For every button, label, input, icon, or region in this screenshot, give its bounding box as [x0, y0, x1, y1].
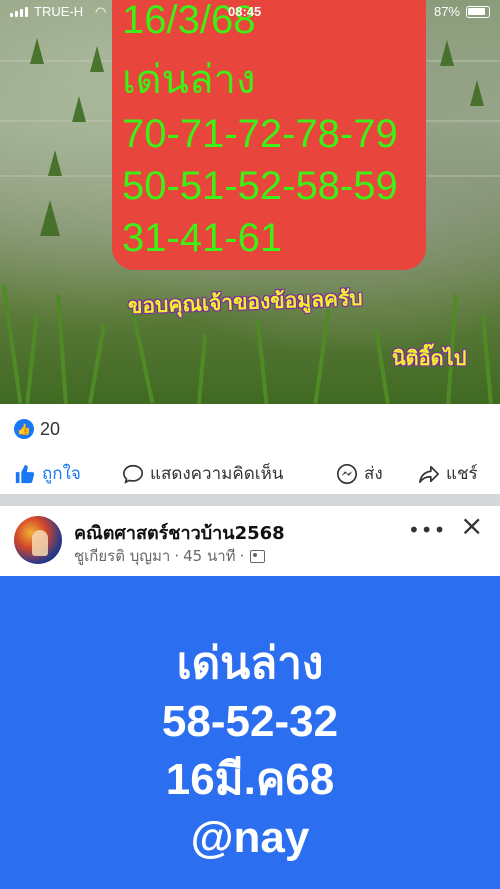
- share-label: แชร์: [446, 464, 478, 484]
- share-button[interactable]: แชร์: [418, 460, 478, 487]
- grass-blade: [255, 319, 269, 404]
- grass-blade: [1, 284, 23, 404]
- card-numbers-row: 50-51-52-58-59: [122, 164, 398, 208]
- seedling: [72, 96, 86, 122]
- audience-icon: [250, 549, 266, 563]
- grass-blade: [313, 309, 331, 404]
- author-caption: นิติอิ๊ดไป: [392, 346, 467, 370]
- seedling: [90, 46, 104, 72]
- battery-percentage: 87%: [433, 4, 460, 19]
- post-heading: เด่นล่าง: [176, 639, 324, 688]
- post-body-image[interactable]: เด่นล่าง 58-52-32 16มี.ค68 @nay: [0, 576, 500, 889]
- like-button[interactable]: ถูกใจ: [14, 460, 81, 487]
- seedling: [48, 150, 62, 176]
- comment-label: แสดงความคิดเห็น: [150, 464, 284, 484]
- post-header: คณิตศาสตร์ชาวบ้าน2568 ชูเกียรติ บุญมา · …: [0, 506, 500, 576]
- grass-blade: [25, 314, 39, 404]
- grass-blade: [196, 333, 208, 404]
- card-numbers-row: 31-41-61: [122, 216, 283, 260]
- seedling: [40, 200, 60, 236]
- post-time[interactable]: 45 นาที: [183, 544, 235, 568]
- like-label: ถูกใจ: [42, 464, 81, 484]
- send-label: ส่ง: [364, 464, 383, 484]
- reaction-summary[interactable]: 👍 20: [14, 416, 60, 442]
- grass-blade: [88, 324, 106, 404]
- seedling: [470, 80, 484, 106]
- post-action-bar: ถูกใจ แสดงความคิดเห็น ส่ง แชร์: [0, 452, 500, 494]
- meta-separator: ·: [239, 547, 245, 565]
- post-image[interactable]: TRUE-H ◠ 08:45 87% 16/3/68 เด่นล่าง 70-7…: [0, 0, 500, 404]
- like-reaction-icon: 👍: [14, 419, 34, 439]
- comment-bubble-icon: [122, 463, 144, 485]
- comment-button[interactable]: แสดงความคิดเห็น: [122, 460, 283, 487]
- carrier-name: TRUE-H: [34, 4, 84, 19]
- thumbs-up-icon: [14, 463, 36, 485]
- close-icon[interactable]: ×: [460, 512, 483, 540]
- grass-blade: [374, 329, 390, 404]
- page-avatar[interactable]: [14, 516, 62, 564]
- post-signature: @nay: [190, 813, 310, 862]
- card-heading: เด่นล่าง: [122, 58, 256, 102]
- post-date: 16มี.ค68: [165, 755, 335, 804]
- cellular-signal-icon: [10, 7, 28, 17]
- card-numbers-row: 70-71-72-78-79: [122, 112, 398, 156]
- post-meta: ชูเกียรติ บุญมา · 45 นาที ·: [74, 544, 266, 568]
- lottery-card: 16/3/68 เด่นล่าง 70-71-72-78-79 50-51-52…: [112, 0, 426, 270]
- send-button[interactable]: ส่ง: [336, 460, 383, 487]
- share-arrow-icon: [418, 463, 440, 485]
- wifi-icon: ◠: [95, 4, 107, 19]
- messenger-icon: [336, 463, 358, 485]
- more-options-button[interactable]: •••: [408, 518, 446, 542]
- meta-separator: ·: [174, 547, 180, 565]
- page-name-link[interactable]: คณิตศาสตร์ชาวบ้าน2568: [74, 518, 285, 547]
- battery-icon: [466, 6, 490, 18]
- author-name[interactable]: ชูเกียรติ บุญมา: [74, 544, 170, 568]
- post-numbers: 58-52-32: [161, 697, 339, 746]
- reaction-count: 20: [40, 418, 61, 439]
- feed-divider: [0, 494, 500, 506]
- clock: 08:45: [228, 4, 262, 19]
- grass-blade: [481, 313, 493, 404]
- seedling: [30, 38, 44, 64]
- grass-blade: [56, 293, 68, 404]
- seedling: [440, 40, 454, 66]
- status-bar: TRUE-H ◠ 08:45 87%: [0, 0, 500, 26]
